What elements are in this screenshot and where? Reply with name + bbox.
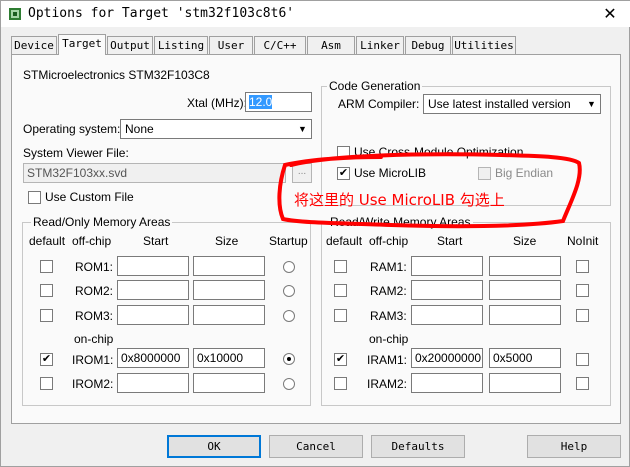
ram-onchip-label: on-chip [369,332,409,346]
custom-file-checkbox[interactable] [28,191,41,204]
svd-input[interactable]: STM32F103xx.svd [23,163,286,183]
chevron-down-icon: ▼ [298,124,307,134]
rom-header-size: Size [215,234,239,248]
close-icon[interactable]: ✕ [595,3,625,25]
tab-user[interactable]: User [209,36,253,54]
xtal-value: 12.0 [249,95,273,109]
ok-button[interactable]: OK [167,435,261,458]
rom3-label: ROM3: [75,309,114,323]
rom-header-start: Start [143,234,169,248]
rom-header-offchip: off-chip [72,234,112,248]
rom3-size-input[interactable] [193,305,265,325]
ram3-default-checkbox[interactable] [334,309,347,322]
options-dialog: Options for Target 'stm32f103c8t6' ✕ Dev… [0,0,630,467]
rom1-startup-radio[interactable] [283,261,295,273]
tab-target[interactable]: Target [58,34,106,55]
cancel-button[interactable]: Cancel [269,435,363,458]
ram3-label: RAM3: [370,309,407,323]
tab-asm[interactable]: Asm [307,36,355,54]
irom1-startup-radio[interactable] [283,353,295,365]
iram2-noinit-checkbox[interactable] [576,377,589,390]
tab-device[interactable]: Device [11,36,57,54]
tab-linker[interactable]: Linker [356,36,404,54]
ram2-noinit-checkbox[interactable] [576,284,589,297]
iram2-default-checkbox[interactable] [334,377,347,390]
ram2-start-input[interactable] [411,280,483,300]
irom2-default-checkbox[interactable] [40,377,53,390]
iram1-default-checkbox[interactable]: ✔ [334,353,347,366]
rom1-size-input[interactable] [193,256,265,276]
ram1-default-checkbox[interactable] [334,260,347,273]
iram1-size-input[interactable]: 0x5000 [489,348,561,368]
ram1-label: RAM1: [370,260,407,274]
rom3-startup-radio[interactable] [283,310,295,322]
tab-debug[interactable]: Debug [405,36,451,54]
rom3-start-input[interactable] [117,305,189,325]
iram1-noinit-checkbox[interactable] [576,353,589,366]
ram3-start-input[interactable] [411,305,483,325]
rom2-label: ROM2: [75,284,114,298]
os-label: Operating system: [23,122,121,136]
rom2-size-input[interactable] [193,280,265,300]
os-select[interactable]: None ▼ [120,119,312,139]
xtal-input[interactable]: 12.0 [245,92,312,112]
chevron-down-icon: ▼ [587,99,596,109]
window-title: Options for Target 'stm32f103c8t6' [28,6,295,21]
ram1-start-input[interactable] [411,256,483,276]
code-generation-title: Code Generation [327,79,423,93]
compiler-label: ARM Compiler: [338,97,420,111]
tab-cc[interactable]: C/C++ [254,36,306,54]
custom-file-label: Use Custom File [45,190,134,204]
irom2-startup-radio[interactable] [283,378,295,390]
rom1-start-input[interactable] [117,256,189,276]
device-name: STMicroelectronics STM32F103C8 [23,68,210,82]
tab-output[interactable]: Output [107,36,153,54]
rom1-default-checkbox[interactable] [40,260,53,273]
tab-utilities[interactable]: Utilities [452,36,516,54]
ram2-size-input[interactable] [489,280,561,300]
irom2-size-input[interactable] [193,373,265,393]
rom2-start-input[interactable] [117,280,189,300]
iram2-start-input[interactable] [411,373,483,393]
irom2-label: IROM2: [72,377,114,391]
iram1-start-input[interactable]: 0x20000000 [411,348,483,368]
compiler-value: Use latest installed version [428,97,571,111]
irom1-start-input[interactable]: 0x8000000 [117,348,189,368]
compiler-select[interactable]: Use latest installed version ▼ [423,94,601,114]
rom1-label: ROM1: [75,260,114,274]
annotation-text: 将这里的 Use MicroLIB 勾选上 [294,191,505,209]
iram2-label: IRAM2: [367,377,408,391]
ram1-size-input[interactable] [489,256,561,276]
ram1-noinit-checkbox[interactable] [576,260,589,273]
keil-app-icon [9,8,21,20]
irom1-size-input[interactable]: 0x10000 [193,348,265,368]
help-button[interactable]: Help [527,435,621,458]
iram1-label: IRAM1: [367,353,408,367]
defaults-button[interactable]: Defaults [371,435,465,458]
ram3-size-input[interactable] [489,305,561,325]
irom2-start-input[interactable] [117,373,189,393]
irom1-default-checkbox[interactable]: ✔ [40,353,53,366]
ram2-default-checkbox[interactable] [334,284,347,297]
title-bar[interactable]: Options for Target 'stm32f103c8t6' ✕ [1,1,630,27]
rom3-default-checkbox[interactable] [40,309,53,322]
irom1-label: IROM1: [72,353,114,367]
svd-label: System Viewer File: [23,146,129,160]
ram2-label: RAM2: [370,284,407,298]
rom-onchip-label: on-chip [74,332,114,346]
rom-header-default: default [29,234,66,248]
iram2-size-input[interactable] [489,373,561,393]
rom-group-title: Read/Only Memory Areas [31,215,173,229]
os-value: None [125,122,154,136]
xtal-label: Xtal (MHz): [187,96,247,110]
tab-listing[interactable]: Listing [154,36,208,54]
rom2-startup-radio[interactable] [283,285,295,297]
rom2-default-checkbox[interactable] [40,284,53,297]
ram3-noinit-checkbox[interactable] [576,309,589,322]
